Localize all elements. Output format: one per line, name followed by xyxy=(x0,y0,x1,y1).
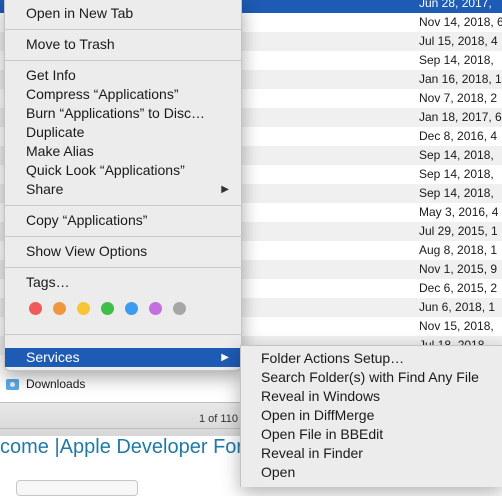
menu-item-label: Burn “Applications” to Disc… xyxy=(26,105,205,121)
date-cell: Dec 8, 2016, 4 xyxy=(419,129,498,143)
submenu-item-reveal-in-finder[interactable]: Reveal in Finder xyxy=(241,444,502,463)
date-cell: Nov 15, 2018, xyxy=(419,319,494,333)
menu-separator xyxy=(5,334,241,335)
menu-item-label: Tags… xyxy=(26,274,70,290)
submenu-item-label: Folder Actions Setup… xyxy=(261,350,405,366)
submenu-arrow-icon: ▶ xyxy=(221,184,229,195)
date-cell: Sep 14, 2018, xyxy=(419,53,494,67)
date-cell: Aug 8, 2018, 1 xyxy=(419,243,498,257)
menu-item-label: Open in New Tab xyxy=(26,5,134,21)
date-cell: Jan 18, 2017, 6 xyxy=(419,110,502,124)
menu-item-label: Compress “Applications” xyxy=(26,86,179,102)
submenu-item-folder-actions-setup[interactable]: Folder Actions Setup… xyxy=(241,349,502,368)
menu-item-label: Get Info xyxy=(26,67,76,83)
date-cell: Nov 1, 2015, 9 xyxy=(419,262,498,276)
menu-separator xyxy=(5,267,241,268)
date-cell: Jul 29, 2015, 1 xyxy=(419,224,498,238)
submenu-item-search-folders[interactable]: Search Folder(s) with Find Any File xyxy=(241,368,502,387)
tag-yellow-icon[interactable] xyxy=(77,302,90,315)
menu-item-services[interactable]: Services ▶ xyxy=(5,348,241,367)
web-page-title[interactable]: come |Apple Developer Foru xyxy=(0,436,254,459)
menu-separator xyxy=(5,29,241,30)
menu-item-tags[interactable]: Tags… xyxy=(5,273,241,292)
context-menu: Open in New Tab Move to Trash Get Info C… xyxy=(4,0,242,371)
tag-color-row xyxy=(29,302,199,316)
services-submenu: Folder Actions Setup… Search Folder(s) w… xyxy=(240,345,502,487)
downloads-folder-icon xyxy=(6,379,19,390)
menu-item-label: Quick Look “Applications” xyxy=(26,162,185,178)
tag-green-icon[interactable] xyxy=(101,302,114,315)
submenu-item-open-in-bbedit[interactable]: Open File in BBEdit xyxy=(241,425,502,444)
menu-item-copy[interactable]: Copy “Applications” xyxy=(5,211,241,230)
menu-item-open-in-new-tab[interactable]: Open in New Tab xyxy=(5,4,241,23)
menu-item-label: Move to Trash xyxy=(26,36,115,52)
menu-item-label: Share xyxy=(26,181,64,197)
submenu-item-open-in-diffmerge[interactable]: Open in DiffMerge xyxy=(241,406,502,425)
submenu-item-label: Open xyxy=(261,464,296,480)
date-cell: Nov 7, 2018, 2 xyxy=(419,91,498,105)
submenu-item-reveal-in-windows[interactable]: Reveal in Windows xyxy=(241,387,502,406)
menu-item-get-info[interactable]: Get Info xyxy=(5,66,241,85)
menu-item-compress[interactable]: Compress “Applications” xyxy=(5,85,241,104)
tag-gray-icon[interactable] xyxy=(173,302,186,315)
menu-item-label: Services xyxy=(26,349,80,365)
submenu-item-open[interactable]: Open xyxy=(241,463,502,482)
web-page-button[interactable] xyxy=(16,480,138,496)
date-cell: Sep 14, 2018, xyxy=(419,186,494,200)
date-cell: Jul 15, 2018, 4 xyxy=(419,34,498,48)
date-cell: Jun 28, 2017, xyxy=(419,0,492,10)
menu-item-make-alias[interactable]: Make Alias xyxy=(5,142,241,161)
menu-item-move-to-trash[interactable]: Move to Trash xyxy=(5,35,241,54)
submenu-item-label: Reveal in Windows xyxy=(261,388,381,404)
tag-orange-icon[interactable] xyxy=(53,302,66,315)
menu-item-label: Copy “Applications” xyxy=(26,212,148,228)
submenu-item-label: Reveal in Finder xyxy=(261,445,363,461)
date-cell: Jun 6, 2018, 1 xyxy=(419,300,496,314)
submenu-item-label: Open in DiffMerge xyxy=(261,407,375,423)
menu-separator xyxy=(5,236,241,237)
menu-separator xyxy=(5,205,241,206)
downloads-label: Downloads xyxy=(26,377,86,391)
menu-item-quick-look[interactable]: Quick Look “Applications” xyxy=(5,161,241,180)
page-count: 1 of 110 xyxy=(199,413,238,425)
submenu-item-label: Open File in BBEdit xyxy=(261,426,384,442)
tag-red-icon[interactable] xyxy=(29,302,42,315)
date-cell: Sep 14, 2018, xyxy=(419,167,494,181)
date-cell: Nov 14, 2018, 6 xyxy=(419,15,502,29)
submenu-arrow-icon: ▶ xyxy=(221,352,229,363)
menu-item-show-view-options[interactable]: Show View Options xyxy=(5,242,241,261)
menu-item-share[interactable]: Share ▶ xyxy=(5,180,241,199)
tag-purple-icon[interactable] xyxy=(149,302,162,315)
menu-item-duplicate[interactable]: Duplicate xyxy=(5,123,241,142)
date-cell: Jan 16, 2018, 1 xyxy=(419,72,502,86)
date-cell: May 3, 2016, 4 xyxy=(419,205,499,219)
menu-item-label: Duplicate xyxy=(26,124,85,140)
date-cell: Dec 6, 2015, 2 xyxy=(419,281,498,295)
menu-item-label: Make Alias xyxy=(26,143,94,159)
menu-separator xyxy=(5,60,241,61)
menu-item-burn[interactable]: Burn “Applications” to Disc… xyxy=(5,104,241,123)
menu-item-label: Show View Options xyxy=(26,243,148,259)
tag-blue-icon[interactable] xyxy=(125,302,138,315)
date-cell: Sep 14, 2018, xyxy=(419,148,494,162)
submenu-item-label: Search Folder(s) with Find Any File xyxy=(261,369,479,385)
